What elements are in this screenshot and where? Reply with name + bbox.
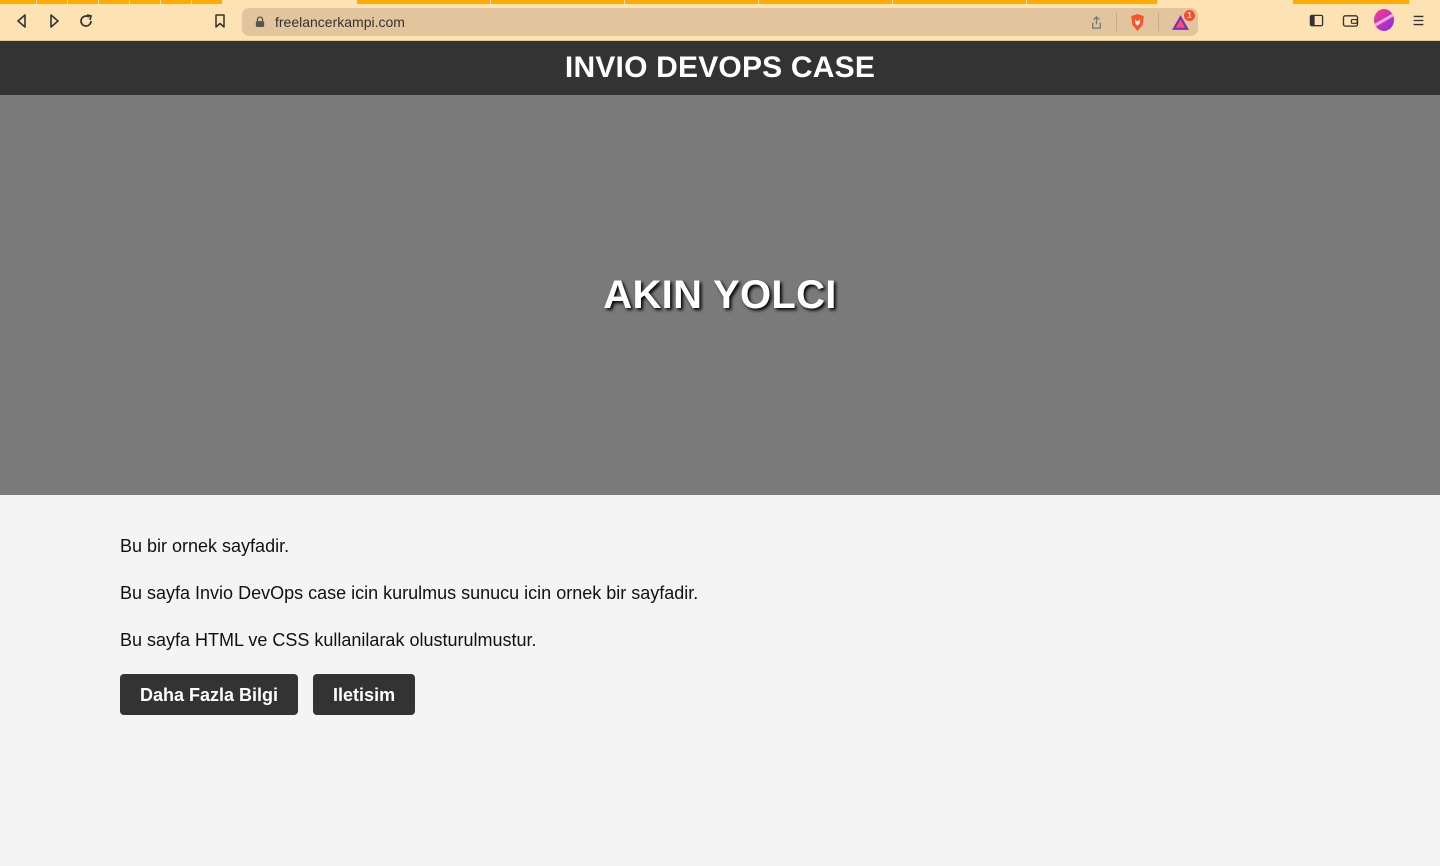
paragraph-purpose: Bu sayfa Invio DevOps case icin kurulmus… bbox=[120, 583, 699, 603]
button-row: Daha Fazla Bilgi Iletisim bbox=[120, 674, 1320, 715]
site-header: INVIO DEVOPS CASE bbox=[0, 41, 1440, 95]
hero-banner: AKIN YOLCI bbox=[0, 95, 1440, 495]
share-icon[interactable] bbox=[1089, 15, 1104, 30]
brave-shield-icon[interactable] bbox=[1129, 13, 1146, 32]
main-content: Bu bir ornek sayfadir. Bu sayfa Invio De… bbox=[0, 495, 1440, 715]
site-title: INVIO DEVOPS CASE bbox=[564, 51, 876, 84]
menu-icon[interactable] bbox=[1408, 9, 1428, 31]
divider bbox=[1116, 13, 1117, 31]
reload-icon[interactable] bbox=[75, 10, 97, 32]
wallet-icon[interactable] bbox=[1340, 9, 1360, 31]
divider bbox=[1158, 13, 1159, 31]
address-bar[interactable]: freelancerkampi.com 1 bbox=[242, 8, 1198, 36]
paragraph-intro: Bu bir ornek sayfadir. bbox=[120, 536, 290, 556]
sidebar-icon[interactable] bbox=[1306, 9, 1326, 31]
back-icon[interactable] bbox=[11, 10, 33, 32]
bookmark-icon[interactable] bbox=[209, 10, 231, 32]
lock-icon bbox=[255, 15, 267, 29]
tab-strip bbox=[0, 0, 1440, 5]
contact-button[interactable]: Iletisim bbox=[313, 674, 416, 715]
brave-rewards-icon[interactable]: 1 bbox=[1171, 9, 1195, 31]
paragraph-technology: Bu sayfa HTML ve CSS kullanilarak olustu… bbox=[120, 630, 537, 650]
url-text: freelancerkampi.com bbox=[275, 14, 405, 30]
forward-icon[interactable] bbox=[43, 10, 65, 32]
rewards-badge: 1 bbox=[1184, 9, 1195, 21]
profile-avatar[interactable] bbox=[1374, 9, 1394, 31]
hero-name: AKIN YOLCI bbox=[603, 272, 837, 317]
more-info-button[interactable]: Daha Fazla Bilgi bbox=[120, 674, 299, 715]
browser-toolbar: freelancerkampi.com 1 bbox=[0, 0, 1440, 41]
